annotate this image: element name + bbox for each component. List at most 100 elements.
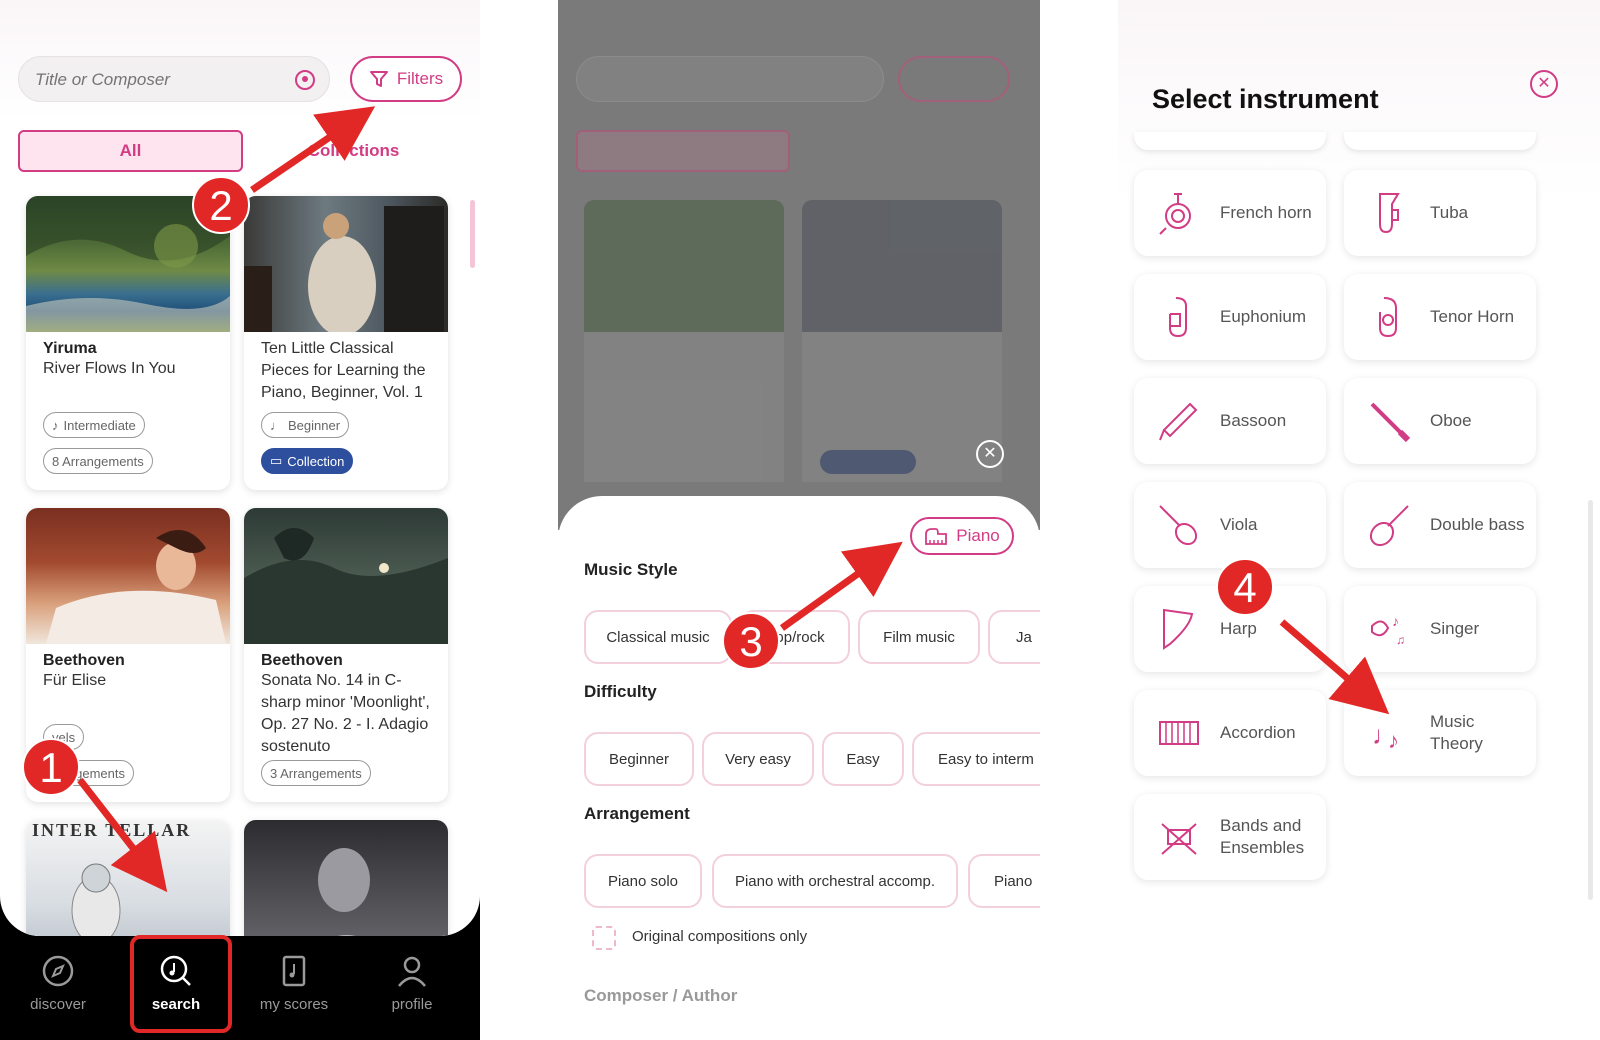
tab-all[interactable]: All <box>18 130 243 172</box>
search-highlight-box <box>130 935 232 1033</box>
instrument-tile-partial[interactable] <box>1344 132 1536 150</box>
card-title: Sonata No. 14 in C-sharp minor 'Moonligh… <box>261 672 430 755</box>
chip-classical-music[interactable]: Classical music <box>584 610 732 664</box>
instrument-tuba[interactable]: Tuba <box>1344 170 1536 256</box>
score-card[interactable]: INTER TELLAR <box>26 820 230 936</box>
instrument-list-scrollbar[interactable] <box>1588 500 1593 900</box>
chip-film-music[interactable]: Film music <box>858 610 980 664</box>
bassoon-icon <box>1159 402 1198 441</box>
instrument-euphonium[interactable]: Euphonium <box>1134 274 1326 360</box>
score-card[interactable]: Ten Little Classical Pieces for Learning… <box>244 196 448 490</box>
note-icon: ♩ <box>270 417 283 433</box>
level-badge: ♩ Beginner <box>261 412 350 438</box>
step-badge-3: 3 <box>722 612 780 670</box>
music-style-title: Music Style <box>584 560 678 579</box>
score-card[interactable]: Beethoven Sonata No. 14 in C-sharp minor… <box>244 508 448 802</box>
filters-button[interactable]: Filters <box>350 56 462 102</box>
card-composer: Yiruma <box>43 340 97 357</box>
chip-piano-solo[interactable]: Piano solo <box>584 854 702 908</box>
chip-piano-more[interactable]: Piano <box>968 854 1040 908</box>
tuba-icon <box>1379 193 1400 234</box>
compass-icon <box>41 954 75 988</box>
instrument-label: Tenor Horn <box>1430 307 1515 326</box>
instrument-singer[interactable]: ♪ ♫ Singer <box>1344 586 1536 672</box>
original-only-checkbox[interactable] <box>592 926 616 950</box>
chip-easy-to-intermediate[interactable]: Easy to interm <box>912 732 1040 786</box>
score-card[interactable]: Yiruma River Flows In You ♪ Intermediate … <box>26 196 230 490</box>
close-filters-button[interactable]: ✕ <box>976 440 1004 468</box>
chip-easy[interactable]: Easy <box>822 732 904 786</box>
instrument-french-horn[interactable]: French horn <box>1134 170 1326 256</box>
instrument-select-button[interactable]: Piano <box>910 517 1014 555</box>
instrument-label: Bassoon <box>1220 411 1287 430</box>
instrument-bands-ensembles[interactable]: Bands and Ensembles <box>1134 794 1326 880</box>
select-instrument-title: Select instrument <box>1152 84 1379 114</box>
instrument-select-label: Piano <box>956 526 1000 545</box>
card-title: Für Elise <box>43 672 107 689</box>
chip-piano-orchestral[interactable]: Piano with orchestral accomp. <box>712 854 958 908</box>
instrument-tile-partial[interactable] <box>1134 132 1326 150</box>
music-search-icon[interactable] <box>295 70 315 90</box>
original-only-label: Original compositions only <box>632 928 808 945</box>
collection-badge: ▭ Collection <box>261 448 354 474</box>
chip-jazz[interactable]: Ja <box>988 610 1040 664</box>
instrument-label: French horn <box>1220 203 1312 222</box>
music-notes-icon: ♩♪ <box>1372 720 1399 753</box>
ensemble-icon <box>1161 823 1197 855</box>
score-book-icon <box>277 954 311 988</box>
filter-icon <box>369 71 388 87</box>
accordion-icon <box>1159 721 1199 745</box>
level-badge: ♪ Intermediate <box>43 412 145 438</box>
instrument-label: Viola <box>1220 515 1258 534</box>
nav-my-scores-label: my scores <box>259 996 329 1013</box>
card-composer: Beethoven <box>261 652 343 669</box>
harp-icon <box>1163 608 1194 650</box>
card-title: Ten Little Classical Pieces for Learning… <box>261 340 426 401</box>
search-box[interactable] <box>18 56 330 102</box>
select-instrument-screen: Select instrument ✕ French horn Tuba Eup… <box>1118 0 1600 1040</box>
dimmed-background <box>558 0 1040 530</box>
chip-beginner[interactable]: Beginner <box>584 732 694 786</box>
chip-very-easy[interactable]: Very easy <box>702 732 814 786</box>
filters-screen: ✕ Piano Music Style Classical music Pop/… <box>558 0 1040 1040</box>
content-tabs: All Collections <box>18 130 464 172</box>
instrument-viola[interactable]: Viola <box>1134 482 1326 568</box>
nav-profile[interactable]: profile <box>362 950 462 1026</box>
instrument-bassoon[interactable]: Bassoon <box>1134 378 1326 464</box>
search-screen-content: Filters All Collections Yiruma River Flo… <box>0 0 480 936</box>
double-bass-icon <box>1369 505 1409 547</box>
viola-icon <box>1159 505 1198 546</box>
french-horn-icon <box>1159 193 1191 235</box>
arrangement-title: Arrangement <box>584 804 690 823</box>
instrument-double-bass[interactable]: Double bass <box>1344 482 1536 568</box>
nav-my-scores[interactable]: my scores <box>244 950 344 1026</box>
pianist-painting-thumbnail <box>244 196 448 332</box>
instrument-label: Tuba <box>1430 203 1469 222</box>
instrument-music-theory[interactable]: ♩ ♪ Music Theory <box>1344 690 1536 776</box>
step-badge-1: 1 <box>22 738 80 796</box>
instrument-tenor-horn[interactable]: Tenor Horn <box>1344 274 1536 360</box>
instrument-label: Euphonium <box>1220 307 1307 326</box>
scroll-indicator[interactable] <box>470 200 475 268</box>
moonlit-landscape-thumbnail <box>244 508 448 644</box>
instrument-oboe[interactable]: Oboe <box>1344 378 1536 464</box>
difficulty-title: Difficulty <box>584 682 657 701</box>
tab-collections[interactable]: Collections <box>243 130 464 172</box>
portrait-photo-thumbnail <box>244 820 448 936</box>
oboe-icon <box>1370 402 1411 443</box>
close-instrument-button[interactable]: ✕ <box>1530 70 1558 98</box>
euphonium-icon <box>1169 297 1187 338</box>
instrument-label: Double bass <box>1430 515 1525 534</box>
instrument-label: Music Theory <box>1430 712 1483 753</box>
search-screen: Filters All Collections Yiruma River Flo… <box>0 0 480 1040</box>
nav-discover[interactable]: discover <box>8 950 108 1026</box>
nav-profile-label: profile <box>391 996 433 1013</box>
instrument-label: Singer <box>1430 619 1480 638</box>
step-badge-4: 4 <box>1216 558 1274 616</box>
instrument-accordion[interactable]: Accordion <box>1134 690 1326 776</box>
singer-icon: ♪♫ <box>1371 613 1405 647</box>
search-input[interactable] <box>35 67 275 93</box>
score-card[interactable] <box>244 820 448 936</box>
folder-icon: ▭ <box>270 453 283 468</box>
piano-icon <box>925 528 948 545</box>
